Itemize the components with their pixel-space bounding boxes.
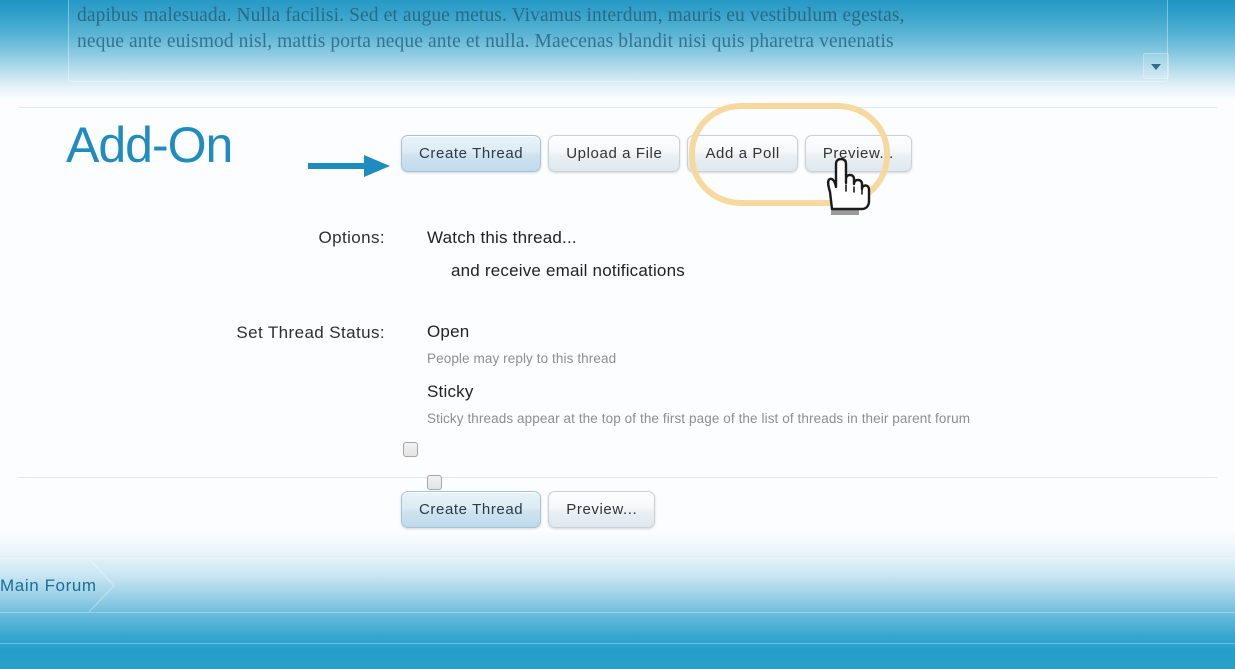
add-a-poll-button[interactable]: Add a Poll — [687, 134, 798, 172]
thread-status-row-label: Set Thread Status: — [236, 323, 385, 342]
upload-a-file-button[interactable]: Upload a File — [548, 134, 681, 172]
open-help-text: People may reply to this thread — [427, 351, 617, 366]
options-row: Options: Watch this thread... and receiv… — [0, 215, 1235, 490]
arrow-right-icon — [308, 155, 390, 177]
preview-button-bottom[interactable]: Preview... — [548, 490, 656, 528]
divider-bottom — [18, 477, 1217, 478]
breadcrumb-main-forum[interactable]: Main Forum — [0, 576, 97, 596]
action-toolbar: Create Thread Upload a File Add a Poll P… — [401, 134, 912, 172]
thread-status-row: Set Thread Status: Open People may reply… — [0, 310, 1235, 642]
addon-label: Add-On — [66, 117, 233, 173]
footer-divider-1 — [0, 558, 1235, 559]
open-label: Open — [427, 322, 470, 341]
message-line-2: neque ante euismod nisl, mattis porta ne… — [77, 31, 894, 52]
divider-top — [18, 107, 1217, 108]
email-notifications-label: and receive email notifications — [451, 261, 685, 280]
top-blue-band: quis lorem eget, placerat sapien. Curabi… — [0, 0, 1235, 101]
watch-thread-label: Watch this thread... — [427, 228, 577, 247]
email-notifications-checkbox[interactable] — [427, 475, 442, 490]
breadcrumb[interactable]: Main Forum — [0, 559, 97, 612]
create-thread-button-top[interactable]: Create Thread — [401, 134, 542, 172]
sticky-label: Sticky — [427, 382, 474, 401]
breadcrumb-chevron-icon — [88, 559, 118, 612]
options-row-label: Options: — [318, 228, 385, 247]
triangle-down-icon[interactable] — [1143, 53, 1169, 79]
footer-divider-3 — [0, 643, 1235, 644]
watch-thread-checkbox[interactable] — [403, 442, 418, 457]
message-textarea[interactable]: quis lorem eget, placerat sapien. Curabi… — [68, 0, 1168, 82]
page-root: quis lorem eget, placerat sapien. Curabi… — [0, 0, 1235, 669]
form-submit-bar: Create Thread Preview... — [401, 490, 656, 528]
footer-divider-2 — [0, 612, 1235, 613]
sticky-help-text: Sticky threads appear at the top of the … — [427, 411, 971, 426]
create-thread-button-bottom[interactable]: Create Thread — [401, 490, 542, 528]
footer: Main Forum — [0, 531, 1235, 669]
preview-button-top[interactable]: Preview... — [804, 134, 912, 172]
